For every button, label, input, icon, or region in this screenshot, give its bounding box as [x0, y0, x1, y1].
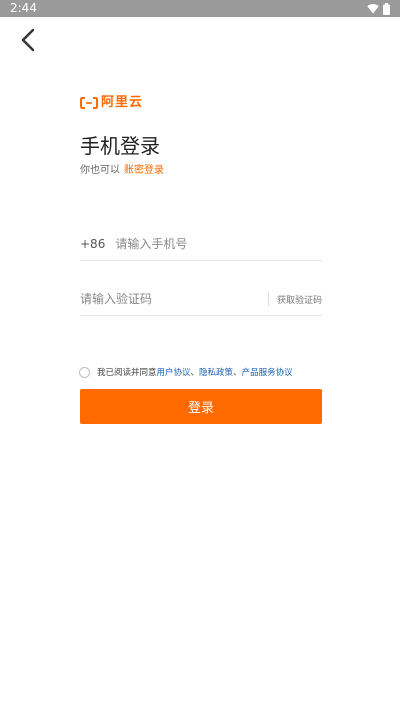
page-title: 手机登录 — [80, 134, 160, 158]
phone-field: +86 — [80, 228, 322, 261]
verification-code-input[interactable] — [80, 292, 268, 306]
agreement-separator: 、 — [190, 368, 200, 378]
service-agreement-link[interactable]: 产品服务协议 — [242, 366, 293, 378]
status-bar: 2:44 — [0, 0, 400, 17]
agreement-separator: 、 — [233, 368, 242, 378]
code-field: 获取验证码 — [80, 283, 322, 316]
code-divider — [267, 292, 269, 306]
agreement-checkbox[interactable] — [79, 366, 90, 378]
login-button[interactable]: 登录 — [80, 389, 322, 424]
agreement: 我已阅读并同意 用户协议 、 隐私政策 、 产品服务协议 — [79, 365, 293, 379]
aliyun-bracket-icon — [80, 94, 98, 113]
country-code[interactable]: +86 — [80, 237, 105, 251]
status-time: 2:44 — [10, 1, 37, 15]
privacy-policy-link[interactable]: 隐私政策 — [199, 366, 233, 378]
get-code-button[interactable]: 获取验证码 — [277, 293, 322, 306]
user-agreement-link[interactable]: 用户协议 — [157, 366, 191, 378]
brand-logo: 阿里云 — [80, 94, 143, 112]
alt-login-prefix: 你也可以 — [80, 165, 120, 176]
battery-icon — [383, 2, 390, 15]
back-button[interactable] — [14, 28, 42, 56]
alt-login-hint: 你也可以 账密登录 — [80, 164, 164, 178]
status-icons — [367, 2, 390, 15]
wifi-icon — [367, 3, 379, 14]
chevron-left-icon — [20, 28, 36, 56]
password-login-link[interactable]: 账密登录 — [124, 165, 164, 176]
brand-name: 阿里云 — [101, 95, 144, 110]
agreement-prefix: 我已阅读并同意 — [97, 368, 157, 378]
phone-input[interactable] — [115, 237, 322, 251]
